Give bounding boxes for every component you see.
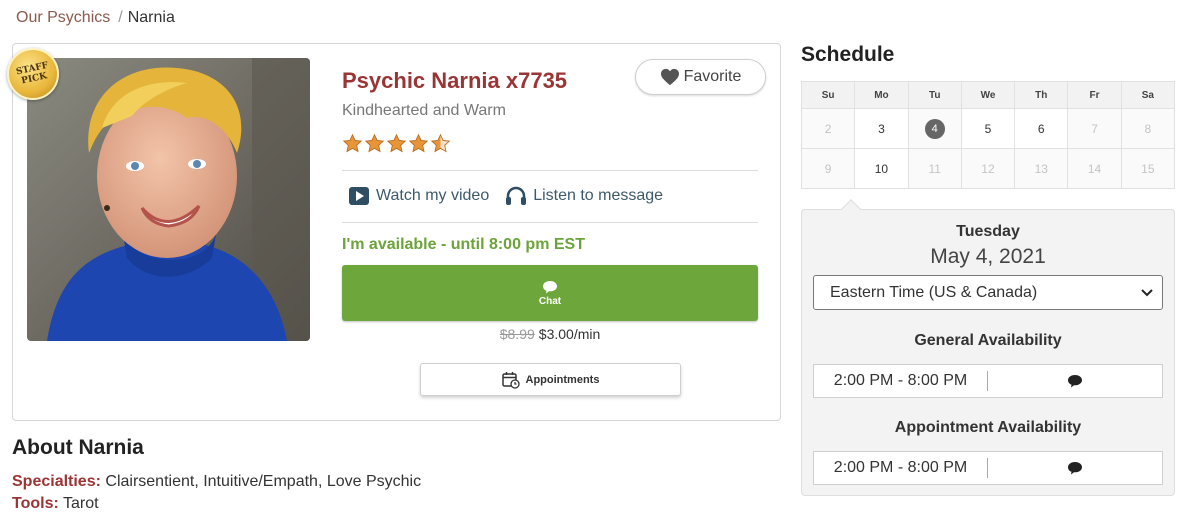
play-video-icon — [349, 187, 369, 205]
appointments-label: Appointments — [525, 373, 600, 386]
chat-button[interactable]: Chat — [342, 265, 758, 321]
psychic-tagline: Kindhearted and Warm — [342, 102, 506, 119]
selected-date: May 4, 2021 — [930, 245, 1046, 268]
weekday-header: We — [960, 81, 1016, 109]
weekday-header: Sa — [1120, 81, 1176, 109]
calendar-day: 2 — [800, 108, 856, 149]
weekday-header: Mo — [854, 81, 909, 109]
tools-label: Tools: — [12, 495, 59, 512]
specialties: Specialties: Clairsentient, Intuitive/Em… — [12, 473, 421, 491]
calendar-day[interactable]: 3 — [854, 108, 909, 149]
general-availability-slot[interactable]: 2:00 PM - 8:00 PM — [813, 364, 1163, 398]
star-icon — [342, 133, 363, 153]
half-star-icon — [430, 133, 451, 153]
divider — [342, 222, 758, 223]
weekday-header: Th — [1014, 81, 1069, 109]
tools-value: Tarot — [62, 495, 99, 512]
staff-pick-label: STAFF PICK — [15, 60, 49, 87]
watch-video-label: Watch my video — [376, 187, 490, 204]
breadcrumb-link-our-psychics[interactable]: Our Psychics — [16, 9, 110, 26]
calendar-day: 8 — [1120, 108, 1176, 149]
calendar-day: 15 — [1120, 148, 1176, 189]
favorite-label: Favorite — [683, 68, 742, 85]
general-availability-heading: General Availability — [914, 332, 1062, 349]
selected-day-marker: 4 — [924, 118, 945, 139]
staff-pick-badge: STAFF PICK — [7, 48, 59, 100]
star-icon — [408, 133, 429, 153]
current-price: $3.00/min — [538, 326, 601, 342]
breadcrumb-separator: / — [118, 9, 123, 26]
media-links: Watch my video Listen to message — [348, 186, 663, 206]
weekday-header: Su — [800, 81, 856, 109]
headphones-icon — [506, 186, 527, 205]
calendar-day: 14 — [1067, 148, 1122, 189]
star-icon — [386, 133, 407, 153]
calendar-week-row: 2 3 4 5 6 7 8 — [800, 108, 1176, 149]
chat-bubble-icon — [988, 461, 1162, 475]
calendar-day[interactable]: 5 — [960, 108, 1016, 149]
calendar-day[interactable]: 6 — [1014, 108, 1069, 149]
calendar-day: 13 — [1014, 148, 1069, 189]
schedule-calendar: Su Mo Tu We Th Fr Sa 2 3 4 5 6 7 8 9 10 … — [800, 81, 1176, 189]
calendar-day: 7 — [1067, 108, 1122, 149]
psychic-photo[interactable] — [27, 58, 310, 341]
calendar-day: 12 — [960, 148, 1016, 189]
chat-label: Chat — [538, 295, 562, 307]
schedule-title: Schedule — [801, 43, 895, 66]
calendar-day: 9 — [800, 148, 856, 189]
timezone-select[interactable]: Eastern Time (US & Canada) — [813, 275, 1163, 310]
about-title: About Narnia — [12, 436, 144, 459]
calendar-clock-icon — [501, 371, 520, 389]
appointment-availability-slot[interactable]: 2:00 PM - 8:00 PM — [813, 451, 1163, 485]
price: $8.99 $3.00/min — [342, 326, 758, 342]
profile-card: STAFF PICK Psychic Narnia x7735 Kindhear… — [7, 43, 781, 421]
star-icon — [364, 133, 385, 153]
heart-icon — [660, 68, 679, 86]
star-rating — [342, 133, 451, 154]
availability-status: I'm available - until 8:00 pm EST — [342, 236, 585, 253]
calendar-day[interactable]: 10 — [854, 148, 909, 189]
calendar-weekday-row: Su Mo Tu We Th Fr Sa — [800, 81, 1176, 109]
day-availability-panel: Tuesday May 4, 2021 Eastern Time (US & C… — [801, 199, 1175, 496]
calendar-day-selected[interactable]: 4 — [907, 108, 962, 149]
psychic-name: Psychic Narnia x7735 — [342, 68, 568, 93]
appointments-button[interactable]: Appointments — [420, 363, 681, 396]
specialties-label: Specialties: — [12, 473, 101, 490]
listen-message-label: Listen to message — [533, 187, 664, 204]
selected-weekday: Tuesday — [956, 223, 1020, 240]
divider — [342, 170, 758, 171]
favorite-button[interactable]: Favorite — [635, 59, 766, 95]
tools: Tools: Tarot — [12, 495, 99, 513]
specialties-value: Clairsentient, Intuitive/Empath, Love Ps… — [105, 473, 422, 490]
calendar-week-row: 9 10 11 12 13 14 15 — [800, 148, 1176, 189]
chevron-down-icon — [1141, 289, 1153, 297]
appointment-availability-heading: Appointment Availability — [894, 419, 1082, 436]
calendar-day: 11 — [907, 148, 962, 189]
chat-bubble-icon — [543, 280, 557, 293]
slot-time: 2:00 PM - 8:00 PM — [814, 458, 988, 478]
weekday-header: Tu — [907, 81, 962, 109]
watch-video-link[interactable]: Watch my video — [348, 186, 489, 206]
timezone-value: Eastern Time (US & Canada) — [830, 283, 1038, 301]
chat-bubble-icon — [988, 374, 1162, 388]
old-price: $8.99 — [499, 326, 535, 342]
slot-time: 2:00 PM - 8:00 PM — [814, 371, 988, 391]
breadcrumb-current: Narnia — [127, 9, 175, 26]
weekday-header: Fr — [1067, 81, 1122, 109]
listen-message-link[interactable]: Listen to message — [505, 186, 663, 206]
breadcrumb: Our Psychics / Narnia — [16, 9, 175, 27]
panel-pointer — [841, 199, 861, 219]
